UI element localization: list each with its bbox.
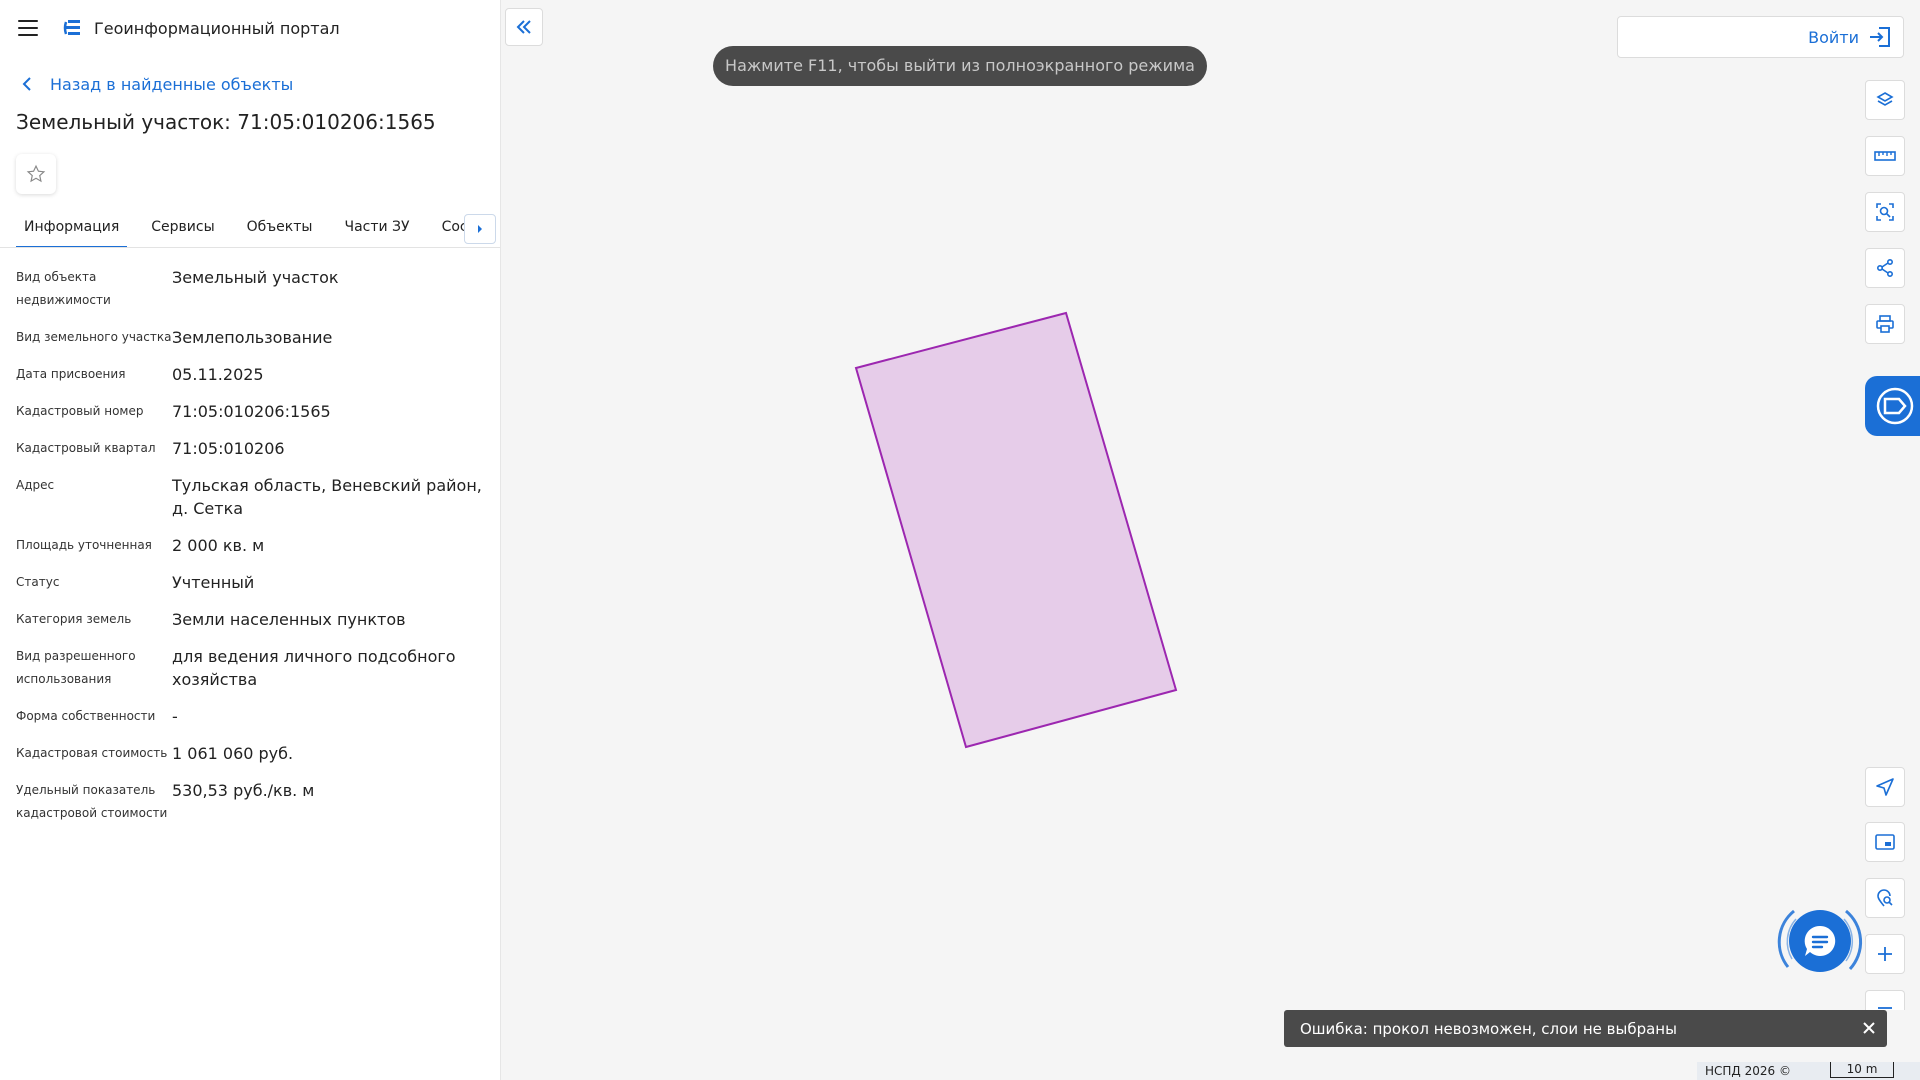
share-icon xyxy=(1876,258,1894,278)
collapse-sidebar-button[interactable] xyxy=(505,8,543,46)
navigation-arrow-icon xyxy=(1876,778,1894,796)
printer-icon xyxy=(1876,315,1894,333)
chat-bubble-icon xyxy=(1804,925,1836,956)
layers-icon xyxy=(1876,92,1894,106)
login-label: Войти xyxy=(1808,27,1859,47)
zoom-out-button[interactable] xyxy=(1865,990,1905,1010)
land-parcel-polygon[interactable] xyxy=(854,311,1178,749)
fullscreen-hint: Нажмите F11, чтобы выйти из полноэкранно… xyxy=(713,46,1207,86)
zoom-in-button[interactable] xyxy=(1865,934,1905,974)
error-toast: Ошибка: прокол невозможен, слои не выбра… xyxy=(1284,1010,1887,1047)
double-chevron-left-icon xyxy=(516,20,531,34)
chat-button-core[interactable] xyxy=(1789,910,1851,972)
login-button[interactable]: Войти xyxy=(1617,16,1904,58)
feedback-icon xyxy=(1876,387,1914,425)
share-button[interactable] xyxy=(1865,248,1905,288)
print-button[interactable] xyxy=(1865,304,1905,344)
geolocate-button[interactable] xyxy=(1865,767,1905,807)
side-panel-tab[interactable] xyxy=(1865,376,1920,436)
error-message: Ошибка: прокол невозможен, слои не выбра… xyxy=(1300,1019,1677,1038)
close-icon[interactable] xyxy=(1861,1020,1877,1036)
location-search-button[interactable] xyxy=(1865,878,1905,918)
area-select-button[interactable] xyxy=(1865,192,1905,232)
plus-icon xyxy=(1878,947,1892,961)
map-scale-bar: 10 m xyxy=(1830,1062,1894,1078)
minimap-icon xyxy=(1875,834,1895,850)
ruler-icon xyxy=(1874,151,1896,161)
location-search-icon xyxy=(1877,889,1893,907)
chat-assistant-button[interactable] xyxy=(1776,897,1864,985)
area-search-icon xyxy=(1876,203,1894,221)
minimap-button[interactable] xyxy=(1865,822,1905,862)
map-canvas[interactable] xyxy=(0,0,1920,1080)
login-icon xyxy=(1870,27,1890,47)
layers-button[interactable] xyxy=(1865,80,1905,120)
measure-button[interactable] xyxy=(1865,136,1905,176)
